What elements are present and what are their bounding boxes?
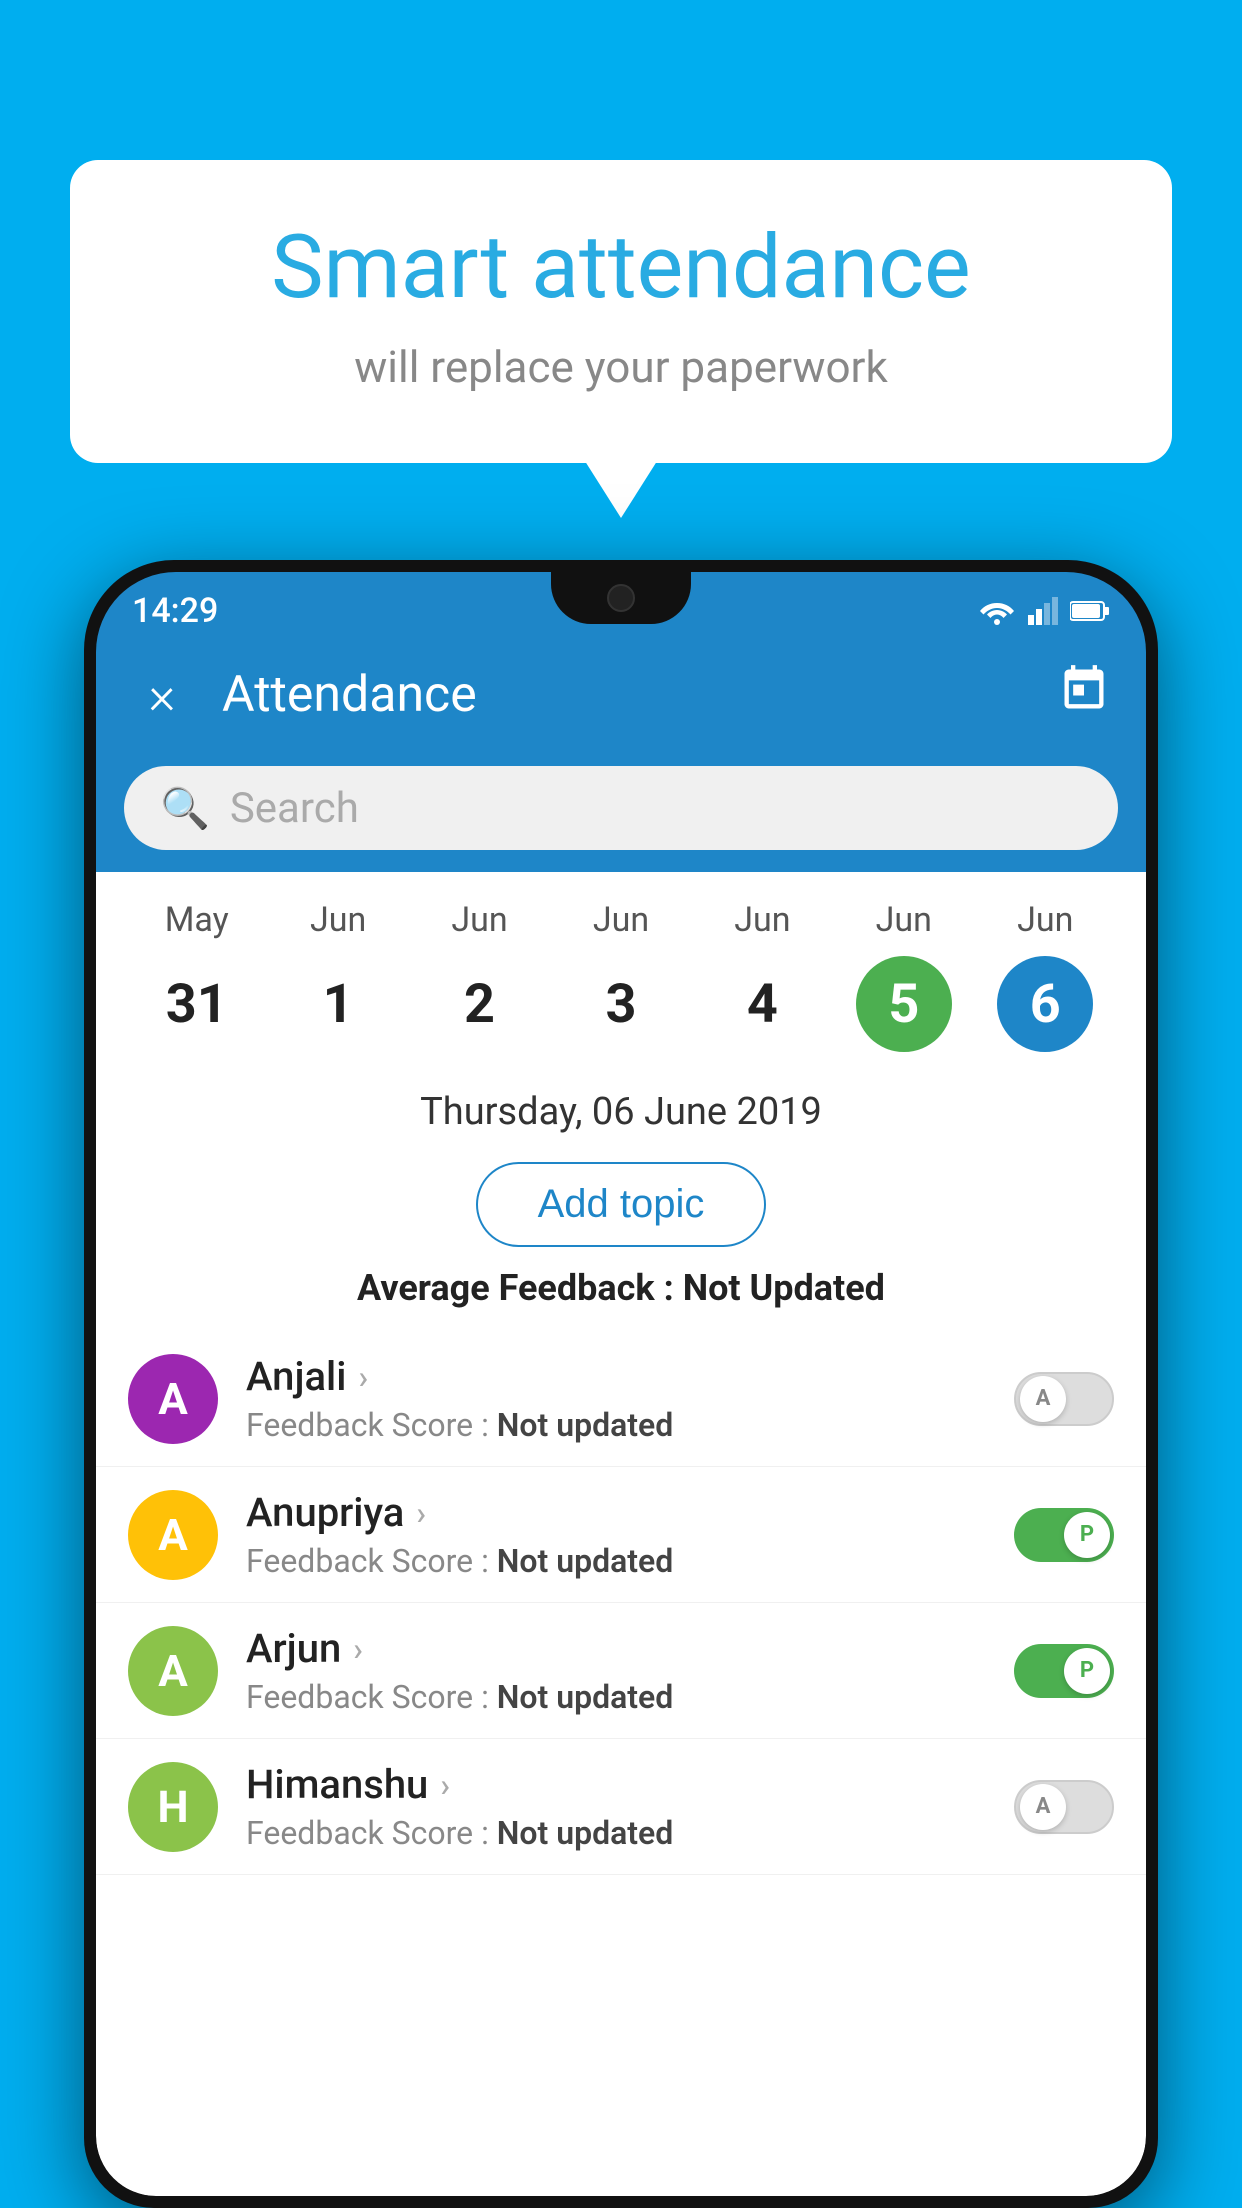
add-topic-container: Add topic [96,1150,1146,1267]
cal-month-label: Jun [310,900,366,940]
cal-date-number: 31 [149,956,245,1052]
student-name: Anjali › [246,1353,986,1400]
search-bar-container: 🔍 Search [96,750,1146,872]
avg-feedback-label: Average Feedback : [357,1267,683,1309]
student-arrow: › [440,1766,450,1804]
calendar-day[interactable]: Jun 4 [697,900,827,1052]
average-feedback: Average Feedback : Not Updated [96,1267,1146,1331]
bubble-title: Smart attendance [150,220,1092,317]
student-avatar: A [128,1626,218,1716]
calendar-day[interactable]: Jun 5 [839,900,969,1052]
student-item[interactable]: H Himanshu › Feedback Score : Not updated A [96,1739,1146,1875]
camera [607,584,635,612]
cal-month-label: Jun [876,900,932,940]
student-arrow: › [416,1494,426,1532]
calendar-day[interactable]: Jun 3 [556,900,686,1052]
toggle-thumb: A [1020,1784,1066,1830]
phone-inner: 14:29 [96,572,1146,2196]
phone-notch [551,572,691,624]
search-icon: 🔍 [160,785,210,832]
student-feedback: Feedback Score : Not updated [246,1542,986,1580]
student-item[interactable]: A Arjun › Feedback Score : Not updated P [96,1603,1146,1739]
feedback-value: Not updated [497,1814,674,1852]
signal-icon [1028,597,1058,625]
attendance-toggle[interactable]: A [1014,1372,1114,1426]
cal-month-label: Jun [1017,900,1073,940]
student-avatar: A [128,1490,218,1580]
student-arrow: › [353,1630,363,1668]
student-item[interactable]: A Anupriya › Feedback Score : Not updated P [96,1467,1146,1603]
student-item[interactable]: A Anjali › Feedback Score : Not updated A [96,1331,1146,1467]
screen-content: 🔍 Search May 31 Jun 1 Jun 2 Jun 3 Jun 4 Jun 5 Jun 6 T… [96,750,1146,2196]
cal-date-number: 4 [714,956,810,1052]
student-feedback: Feedback Score : Not updated [246,1678,986,1716]
calendar-day[interactable]: May 31 [132,900,262,1052]
search-bar[interactable]: 🔍 Search [124,766,1118,850]
student-info: Arjun › Feedback Score : Not updated [246,1625,986,1716]
toggle-thumb: P [1064,1512,1110,1558]
toggle-container[interactable]: P [1014,1508,1114,1562]
calendar-strip: May 31 Jun 1 Jun 2 Jun 3 Jun 4 Jun 5 Jun 6 [96,872,1146,1068]
bubble-subtitle: will replace your paperwork [150,341,1092,393]
feedback-value: Not updated [497,1406,674,1444]
cal-date-number: 3 [573,956,669,1052]
cal-month-label: Jun [734,900,790,940]
toggle-container[interactable]: A [1014,1780,1114,1834]
app-title: Attendance [222,666,1028,724]
student-name: Arjun › [246,1625,986,1672]
cal-date-number: 1 [290,956,386,1052]
avg-feedback-value: Not Updated [683,1267,885,1309]
status-icons [978,597,1110,625]
search-placeholder: Search [230,784,359,833]
status-time: 14:29 [132,591,218,631]
calendar-day[interactable]: Jun 2 [415,900,545,1052]
student-info: Anjali › Feedback Score : Not updated [246,1353,986,1444]
speech-bubble: Smart attendance will replace your paper… [70,160,1172,463]
attendance-toggle[interactable]: P [1014,1508,1114,1562]
student-name: Anupriya › [246,1489,986,1536]
student-list: AAnjali ›Feedback Score : Not updatedAAA… [96,1331,1146,2196]
selected-date-label: Thursday, 06 June 2019 [96,1068,1146,1150]
student-name: Himanshu › [246,1761,986,1808]
phone-frame: 14:29 [84,560,1158,2208]
add-topic-button[interactable]: Add topic [476,1162,767,1247]
student-info: Anupriya › Feedback Score : Not updated [246,1489,986,1580]
student-feedback: Feedback Score : Not updated [246,1406,986,1444]
cal-date-number: 5 [856,956,952,1052]
attendance-toggle[interactable]: P [1014,1644,1114,1698]
speech-bubble-container: Smart attendance will replace your paper… [70,160,1172,463]
calendar-day[interactable]: Jun 6 [980,900,1110,1052]
toggle-thumb: A [1020,1376,1066,1422]
student-feedback: Feedback Score : Not updated [246,1814,986,1852]
feedback-value: Not updated [497,1678,674,1716]
phone-screen: 14:29 [96,572,1146,2196]
cal-month-label: Jun [593,900,649,940]
cal-month-label: May [165,900,229,940]
student-info: Himanshu › Feedback Score : Not updated [246,1761,986,1852]
student-arrow: › [358,1358,368,1396]
cal-date-number: 2 [432,956,528,1052]
student-avatar: H [128,1762,218,1852]
toggle-container[interactable]: P [1014,1644,1114,1698]
battery-icon [1070,600,1110,622]
close-button[interactable]: × [132,665,192,726]
app-bar: × Attendance [96,640,1146,750]
student-avatar: A [128,1354,218,1444]
attendance-toggle[interactable]: A [1014,1780,1114,1834]
calendar-day[interactable]: Jun 1 [273,900,403,1052]
toggle-container[interactable]: A [1014,1372,1114,1426]
cal-month-label: Jun [451,900,507,940]
toggle-thumb: P [1064,1648,1110,1694]
cal-date-number: 6 [997,956,1093,1052]
feedback-value: Not updated [497,1542,674,1580]
wifi-icon [978,597,1016,625]
calendar-icon[interactable] [1058,663,1110,727]
